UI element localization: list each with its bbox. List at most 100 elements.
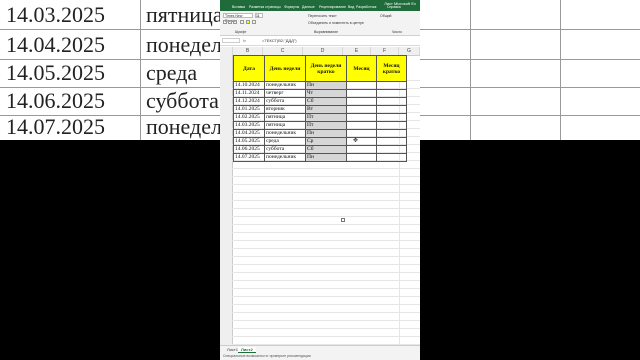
cell-month-short[interactable]	[376, 105, 407, 114]
cell-day-short[interactable]: Вт	[305, 105, 347, 114]
cell-month-short[interactable]	[376, 121, 407, 130]
formula-input[interactable]: =ТЕКСТ(B2;"ДДД")	[262, 38, 297, 43]
zoom-day: суббота	[146, 88, 219, 113]
zoom-row	[420, 30, 640, 60]
cell-month-short[interactable]	[376, 81, 407, 90]
italic-icon[interactable]	[228, 20, 232, 24]
cell-day[interactable]: понедельник	[264, 129, 306, 138]
cell-day[interactable]: пятница	[264, 113, 306, 122]
cell-date[interactable]: 14.10.2024	[233, 81, 265, 90]
tab-page-layout[interactable]: Разметка страницы	[249, 5, 281, 9]
cell-date[interactable]: 14.05.2025	[233, 137, 265, 146]
cell-month-short[interactable]	[376, 113, 407, 122]
cell-day-short[interactable]: Пт	[305, 113, 347, 122]
cell-day[interactable]: среда	[264, 137, 306, 146]
column-header-g[interactable]: G	[399, 47, 420, 55]
underline-icon[interactable]	[233, 20, 237, 24]
cell-day-short[interactable]: Сб	[305, 97, 347, 106]
tab-formulas[interactable]: Формулы	[284, 5, 299, 9]
cell-day[interactable]: пятница	[264, 121, 306, 130]
cell-month[interactable]	[346, 137, 377, 146]
cell-month[interactable]	[346, 153, 377, 162]
cell-date[interactable]: 14.02.2025	[233, 113, 265, 122]
cell-month[interactable]	[346, 145, 377, 154]
cell-day-short[interactable]: Пт	[305, 121, 347, 130]
cell-month[interactable]	[346, 129, 377, 138]
cell-date[interactable]: 14.01.2025	[233, 105, 265, 114]
column-header-e[interactable]: E	[343, 47, 371, 55]
tab-developer[interactable]: Разработчик	[356, 5, 376, 9]
header-month-short[interactable]: Месяц кратко	[376, 55, 407, 82]
borders-icon[interactable]	[240, 20, 244, 24]
grid-line	[232, 248, 420, 249]
sheet-tab-2[interactable]: Лист2	[238, 347, 256, 353]
cell-month[interactable]	[346, 89, 377, 98]
bold-icon[interactable]	[223, 20, 227, 24]
table-row: 14.10.2024 понедельник Пн	[233, 81, 407, 90]
fill-color-icon[interactable]	[246, 20, 250, 24]
grid-line	[232, 264, 420, 265]
cell-month[interactable]	[346, 81, 377, 90]
column-header-c[interactable]: C	[263, 47, 303, 55]
grid-line	[232, 256, 420, 257]
cell-month-short[interactable]	[376, 145, 407, 154]
cell-date[interactable]: 14.07.2025	[233, 153, 265, 162]
number-format-box[interactable]: Общий	[380, 14, 392, 18]
tab-insert[interactable]: Вставка	[232, 5, 245, 9]
cell-month[interactable]	[346, 97, 377, 106]
font-name-box[interactable]: Times New Roman	[223, 13, 253, 23]
wrap-text-button[interactable]: Переносить текст	[308, 14, 337, 18]
cell-day[interactable]: четверг	[264, 89, 306, 98]
name-box[interactable]	[222, 38, 240, 43]
cell-date[interactable]: 14.11.2024	[233, 89, 265, 98]
merge-center-button[interactable]: Объединить и поместить в центре	[308, 21, 364, 25]
header-date[interactable]: Дата	[233, 55, 265, 82]
header-day-short[interactable]: День недели кратко	[305, 55, 347, 82]
zoom-row: 14.05.2025 среда	[0, 58, 220, 88]
cell-day[interactable]: понедельник	[264, 81, 306, 90]
cell-day-short[interactable]: Пн	[305, 129, 347, 138]
cell-month-short[interactable]	[376, 129, 407, 138]
grid-line	[232, 272, 420, 273]
tab-data[interactable]: Данные	[302, 5, 315, 9]
cell-day[interactable]: суббота	[264, 97, 306, 106]
cell-date[interactable]: 14.04.2025	[233, 129, 265, 138]
cell-date[interactable]: 14.12.2024	[233, 97, 265, 106]
cell-month-short[interactable]	[376, 137, 407, 146]
tab-view[interactable]: Вид	[348, 5, 354, 9]
fx-icon[interactable]: fx	[243, 38, 246, 43]
data-table: Дата День недели День недели кратко Меся…	[233, 55, 407, 162]
column-header-f[interactable]: F	[371, 47, 399, 55]
font-size-box[interactable]: 11	[255, 13, 263, 18]
table-row: 14.05.2025 среда Ср	[233, 137, 407, 146]
tab-review[interactable]: Рецензирование	[319, 5, 346, 9]
cell-date[interactable]: 14.06.2025	[233, 145, 265, 154]
quick-analysis-icon[interactable]	[341, 218, 345, 222]
excel-window: Лист Microsoft Ex Вставка Разметка стран…	[220, 0, 420, 360]
cell-day[interactable]: суббота	[264, 145, 306, 154]
cell-month-short[interactable]	[376, 97, 407, 106]
cell-day-short[interactable]: Пн	[305, 81, 347, 90]
tab-help[interactable]: Справка	[387, 5, 401, 9]
column-header-d[interactable]: D	[303, 47, 343, 55]
cell-day-short[interactable]: Ср	[305, 137, 347, 146]
cell-date[interactable]: 14.03.2025	[233, 121, 265, 130]
font-color-icon[interactable]	[252, 20, 256, 24]
cell-day[interactable]: вторник	[264, 105, 306, 114]
select-all-corner[interactable]	[220, 47, 233, 55]
cell-day-short[interactable]: Пн	[305, 153, 347, 162]
cell-day-short[interactable]: Чт	[305, 89, 347, 98]
cell-month[interactable]	[346, 105, 377, 114]
cell-month-short[interactable]	[376, 89, 407, 98]
header-month[interactable]: Месяц	[346, 55, 377, 82]
cell-month[interactable]	[346, 121, 377, 130]
header-day[interactable]: День недели	[264, 55, 306, 82]
column-header-b[interactable]: B	[233, 47, 263, 55]
cell-month[interactable]	[346, 113, 377, 122]
cell-month-short[interactable]	[376, 153, 407, 162]
grid-line	[232, 328, 420, 329]
cell-day[interactable]: понедельник	[264, 153, 306, 162]
sheet-grid[interactable]: Дата День недели День недели кратко Меся…	[220, 55, 420, 345]
grid-line	[232, 168, 420, 169]
cell-day-short[interactable]: Сб	[305, 145, 347, 154]
